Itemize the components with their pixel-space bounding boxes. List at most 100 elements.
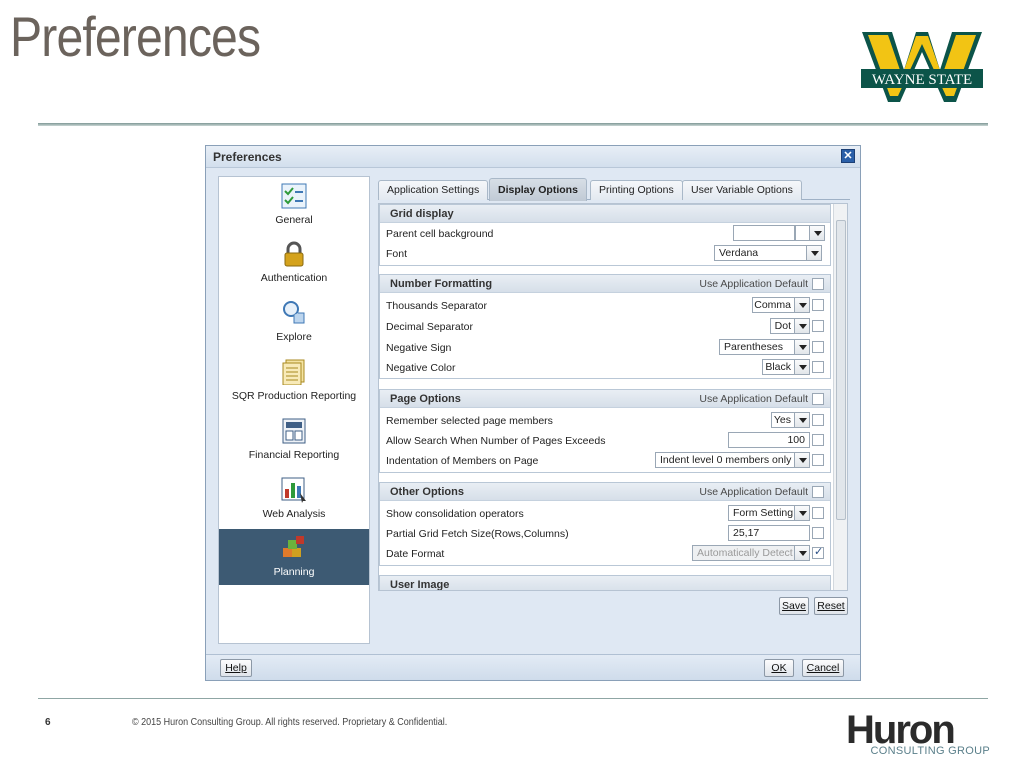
allow-search-input[interactable]: 100 [728,432,810,448]
decimal-separator-select[interactable]: Dot [770,318,810,334]
tab-printing-options[interactable]: Printing Options [590,180,683,200]
group-title: Grid display [390,208,454,220]
remember-page-members-label: Remember selected page members [386,415,553,427]
help-button[interactable]: Help [220,659,252,677]
decimal-checkbox[interactable] [812,320,824,332]
nav-item-sqr-production-reporting[interactable]: SQR Production Reporting [219,353,369,409]
chevron-down-icon [809,226,824,240]
cancel-button[interactable]: Cancel [802,659,844,677]
consolidation-value: Form Setting [733,507,794,519]
negative-sign-select[interactable]: Parentheses [719,339,810,355]
negative-sign-label: Negative Sign [386,342,452,354]
top-divider [38,123,988,126]
consolidation-checkbox[interactable] [812,507,824,519]
negative-color-select[interactable]: Black [762,359,810,375]
tab-display-options[interactable]: Display Options [489,178,587,201]
date-format-value: Automatically Detect [697,547,793,559]
preferences-dialog: Preferences ✕ General Authentication Exp… [205,145,861,681]
consolidation-operators-select[interactable]: Form Setting [728,505,810,521]
negative-color-label: Negative Color [386,362,456,374]
wayne-state-logo-text: WAYNE STATE [872,72,972,88]
use-app-default-checkbox[interactable] [812,278,824,290]
huron-logo: Huron CONSULTING GROUP [846,708,992,760]
partial-grid-fetch-label: Partial Grid Fetch Size(Rows,Columns) [386,528,569,540]
wayne-state-logo: WAYNE STATE [858,30,986,106]
nav-item-planning[interactable]: Planning [219,529,369,585]
use-app-default-label: Use Application Default [699,486,808,498]
nav-label: Web Analysis [262,508,326,520]
lock-icon [284,241,304,267]
negative-sign-checkbox[interactable] [812,341,824,353]
remember-checkbox[interactable] [812,414,824,426]
thousands-separator-label: Thousands Separator [386,300,487,312]
nav-item-web-analysis[interactable]: Web Analysis [219,471,369,527]
tab-application-settings[interactable]: Application Settings [378,180,489,200]
bottom-divider [38,698,988,699]
allow-search-checkbox[interactable] [812,434,824,446]
dialog-footer: Help OK Cancel [206,654,860,680]
preferences-content: Application Settings Display Options Pri… [378,176,850,624]
nav-item-general[interactable]: General [219,177,369,233]
consolidation-operators-label: Show consolidation operators [386,508,524,520]
group-header: Number Formatting Use Application Default [380,275,830,293]
save-button[interactable]: Save [779,597,809,615]
thousands-value: Comma [754,299,791,311]
parent-cell-color-field[interactable] [733,225,795,241]
use-app-default-checkbox[interactable] [812,393,824,405]
thousands-checkbox[interactable] [812,299,824,311]
report-icon [282,359,305,385]
options-scroll-area: Grid display Parent cell background Font… [378,203,848,591]
group-header: User Image [380,576,830,591]
parent-cell-background-label: Parent cell background [386,228,494,240]
color-picker-button[interactable] [809,225,825,241]
group-title: Other Options [390,486,464,498]
use-app-default-label: Use Application Default [699,393,808,405]
date-format-select[interactable]: Automatically Detect [692,545,810,561]
indentation-label: Indentation of Members on Page [386,455,539,467]
partial-grid-fetch-checkbox[interactable] [812,527,824,539]
ok-button[interactable]: OK [764,659,794,677]
chevron-down-icon [794,319,809,333]
chevron-down-icon [794,546,809,560]
tab-user-variable-options[interactable]: User Variable Options [682,180,802,200]
group-title: Number Formatting [390,278,493,290]
font-label: Font [386,248,408,260]
indentation-select[interactable]: Indent level 0 members only [655,452,810,468]
slide: Preferences WAYNE STATE Preferences ✕ Ge… [0,0,1024,768]
chevron-down-icon [794,298,809,312]
decimal-separator-label: Decimal Separator [386,321,473,333]
page-options-group: Page Options Use Application Default Reme… [379,389,831,473]
nav-item-authentication[interactable]: Authentication [219,235,369,291]
reset-button[interactable]: Reset [814,597,848,615]
nav-label: Authentication [260,272,328,284]
slide-title: Preferences [10,5,261,68]
nav-item-financial-reporting[interactable]: Financial Reporting [219,412,369,468]
grid-display-group: Grid display Parent cell background Font… [379,204,831,266]
group-title: User Image [390,579,450,591]
nav-item-explore[interactable]: Explore [219,294,369,350]
allow-search-label: Allow Search When Number of Pages Exceed… [386,435,606,447]
chevron-down-icon [806,246,821,260]
copyright-text: © 2015 Huron Consulting Group. All right… [132,717,448,728]
number-formatting-group: Number Formatting Use Application Default… [379,274,831,379]
vertical-scrollbar[interactable] [833,204,847,590]
use-app-default-checkbox[interactable] [812,486,824,498]
preferences-nav: General Authentication Explore SQR Produ… [218,176,370,644]
dialog-titlebar: Preferences ✕ [206,146,860,168]
decimal-value: Dot [774,320,791,332]
checklist-icon [281,183,307,209]
planning-icon [283,536,304,557]
thousands-separator-select[interactable]: Comma [752,297,810,313]
chevron-down-icon [794,413,809,427]
nav-label: Financial Reporting [248,449,340,461]
explore-icon [283,301,305,324]
negative-color-checkbox[interactable] [812,361,824,373]
indentation-checkbox[interactable] [812,454,824,466]
remember-page-members-select[interactable]: Yes [771,412,810,428]
partial-grid-fetch-input[interactable]: 25,17 [728,525,810,541]
chevron-down-icon [794,506,809,520]
scrollbar-thumb[interactable] [836,220,846,520]
font-select[interactable]: Verdana [714,245,822,261]
close-icon[interactable]: ✕ [841,149,855,163]
date-format-checkbox[interactable] [812,545,824,559]
